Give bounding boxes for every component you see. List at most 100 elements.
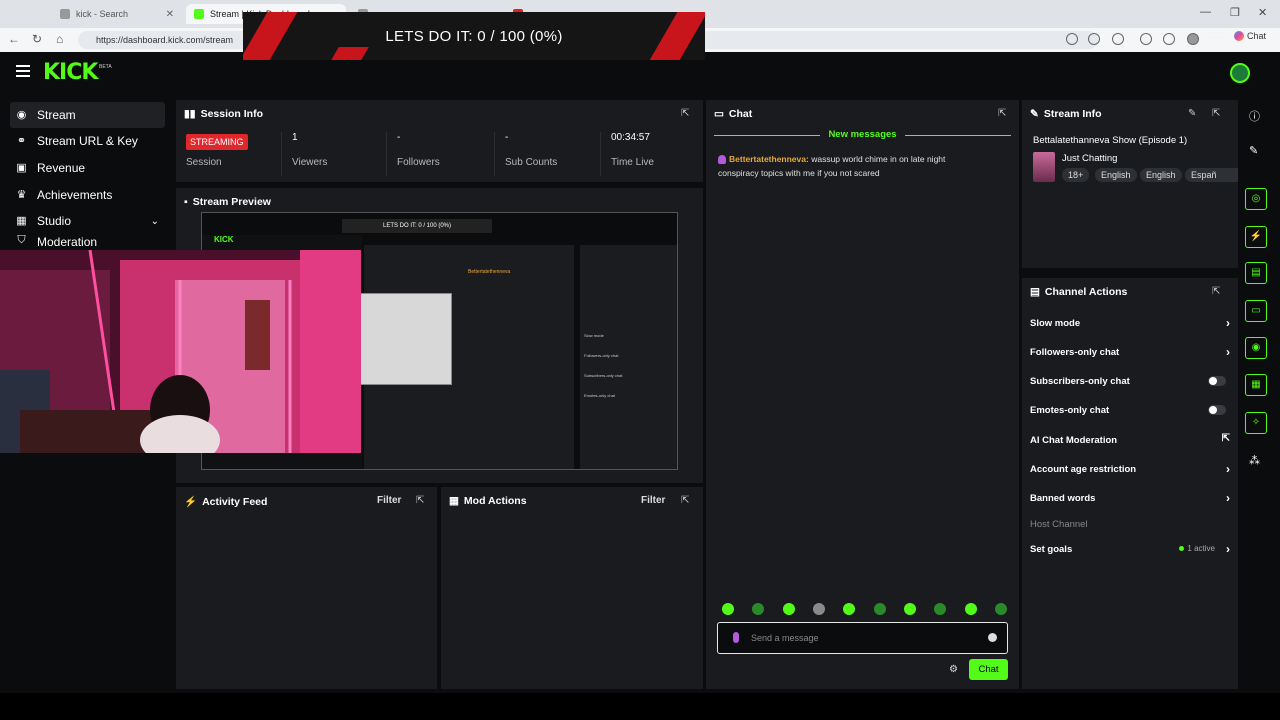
info-icon[interactable]: ⓘ — [1249, 108, 1260, 124]
emote-icon[interactable] — [722, 603, 734, 615]
stream-tag: English — [1140, 168, 1182, 182]
apps-icon[interactable]: ⁂ — [1249, 454, 1260, 467]
back-icon[interactable]: ← — [8, 32, 20, 46]
panel-header: ⚡ Activity Feed — [184, 495, 267, 509]
beta-badge: BETA — [99, 64, 112, 70]
action-set-goals[interactable]: Set goals 1 active › — [1030, 542, 1230, 556]
menu-dots-icon[interactable]: ⋯ — [1211, 33, 1223, 45]
panel-title: Session Info — [200, 108, 263, 120]
maximize-icon[interactable]: ❐ — [1230, 6, 1240, 19]
sidebar-item-moderation[interactable]: ⛉ Moderation — [10, 235, 165, 249]
user-avatar[interactable] — [1230, 63, 1250, 83]
sidebar-item-stream-url-key[interactable]: ⚭ Stream URL & Key — [10, 128, 165, 154]
copilot-chat-button[interactable]: Chat — [1234, 31, 1266, 41]
bookmark-icon[interactable] — [1088, 33, 1100, 45]
emote-bar — [722, 603, 1007, 615]
decor-slash — [645, 12, 705, 60]
sidebar-item-revenue[interactable]: ▣ Revenue — [10, 155, 165, 181]
sidebar-item-studio[interactable]: ▦ Studio ⌄ — [10, 208, 165, 234]
translate-icon[interactable] — [1066, 33, 1078, 45]
kick-logo[interactable]: KICK — [43, 60, 98, 85]
subscribers-only-toggle[interactable] — [1208, 376, 1226, 386]
emote-icon[interactable] — [873, 603, 886, 615]
minimize-icon[interactable]: — — [1200, 6, 1211, 18]
popout-icon[interactable]: ⇱ — [681, 495, 689, 506]
puzzle-icon[interactable] — [1140, 33, 1152, 45]
channel-actions-panel: ▤ Channel Actions ⇱ Slow mode › Follower… — [1022, 278, 1238, 689]
close-window-icon[interactable]: ✕ — [1258, 6, 1267, 19]
edit-icon[interactable]: ✎ — [1188, 108, 1196, 119]
filter-button[interactable]: Filter — [377, 495, 401, 506]
emote-icon[interactable] — [994, 603, 1007, 615]
action-slow-mode[interactable]: Slow mode › — [1030, 316, 1230, 330]
filter-button[interactable]: Filter — [641, 495, 665, 506]
broadcast-rail-icon[interactable]: ◉ — [1245, 337, 1267, 359]
chat-panel: ▭ Chat ⇱ New messages Bettertatethenneva… — [706, 100, 1019, 689]
chat-settings-gear-icon[interactable]: ⚙ — [949, 664, 958, 675]
popout-icon[interactable]: ⇱ — [681, 108, 689, 119]
action-account-age[interactable]: Account age restriction › — [1030, 462, 1230, 476]
new-messages-label[interactable]: New messages — [706, 129, 1019, 140]
pencil-header-icon: ✎ — [1030, 108, 1039, 120]
panel-header: ▪ Stream Preview — [184, 196, 271, 208]
browser-tab[interactable]: kick - Search ✕ — [52, 4, 182, 24]
extension-icon[interactable] — [1112, 33, 1124, 45]
emotes-only-toggle[interactable] — [1208, 405, 1226, 415]
popout-icon[interactable]: ⇱ — [1212, 108, 1220, 119]
hamburger-menu-icon[interactable] — [16, 65, 30, 77]
chat-input-box[interactable] — [717, 622, 1008, 654]
send-chat-button[interactable]: Chat — [969, 659, 1008, 680]
emoji-picker-icon[interactable] — [988, 633, 997, 642]
sidebar-item-stream[interactable]: ◉ Stream — [10, 102, 165, 128]
lightning-icon[interactable]: ⚡ — [1245, 226, 1267, 248]
reload-icon[interactable]: ↻ — [32, 32, 42, 46]
chevron-right-icon: › — [1226, 542, 1230, 556]
wrench-icon[interactable]: ✧ — [1245, 412, 1267, 434]
popout-icon[interactable]: ⇱ — [1212, 286, 1220, 297]
emote-icon[interactable] — [812, 603, 825, 615]
pencil-icon[interactable]: ✎ — [1249, 144, 1258, 157]
chat-input[interactable] — [751, 631, 971, 645]
chat-bubble-icon: ▭ — [714, 108, 724, 120]
emote-icon[interactable] — [752, 603, 765, 615]
emote-icon[interactable] — [903, 603, 916, 615]
favorites-icon[interactable] — [1163, 33, 1175, 45]
emote-icon[interactable] — [964, 603, 977, 615]
sidebar-item-label: Stream — [37, 108, 76, 122]
emote-icon[interactable] — [934, 603, 947, 615]
action-followers-only[interactable]: Followers-only chat › — [1030, 345, 1230, 359]
studio-icon: ▦ — [16, 214, 27, 227]
viewers-stat: 1 Viewers — [281, 132, 387, 176]
time-stat: 00:34:57 Time Live — [600, 132, 700, 176]
stat-label: Viewers — [292, 157, 328, 168]
emote-icon[interactable] — [782, 603, 795, 615]
microphone-icon — [733, 632, 739, 643]
chevron-down-icon: ⌄ — [150, 215, 159, 227]
chat-message[interactable]: Bettertatethenneva: wassup world chime i… — [718, 152, 988, 180]
followers-stat: - Followers — [386, 132, 494, 176]
preview-chat-line: Bettertatethenneva — [468, 269, 511, 275]
panel-header: ▤ Channel Actions — [1030, 286, 1127, 298]
action-label: Slow mode — [1030, 318, 1081, 329]
close-tab-icon[interactable]: ✕ — [166, 9, 174, 20]
preview-logo: KICK — [214, 235, 234, 244]
layout-icon[interactable]: ▦ — [1245, 374, 1267, 396]
panel-header: ▭ Chat — [714, 108, 752, 120]
chat-username[interactable]: Bettertatethenneva — [729, 154, 806, 164]
action-label: Host Channel — [1030, 519, 1088, 530]
action-banned-words[interactable]: Banned words › — [1030, 491, 1230, 505]
panel-title: Mod Actions — [463, 495, 527, 507]
document-icon[interactable]: ▤ — [1245, 262, 1267, 284]
profile-icon[interactable] — [1187, 33, 1199, 45]
sidebar-item-label: Revenue — [37, 161, 86, 175]
chat-icon[interactable]: ▭ — [1245, 300, 1267, 322]
home-icon[interactable]: ⌂ — [56, 32, 63, 46]
sidebar-item-achievements[interactable]: ♛ Achievements — [10, 182, 165, 208]
popout-icon[interactable]: ⇱ — [416, 495, 424, 506]
popout-icon[interactable]: ⇱ — [998, 108, 1006, 119]
emote-icon[interactable] — [843, 603, 856, 615]
action-ai-moderation[interactable]: AI Chat Moderation ⇱ — [1030, 433, 1230, 446]
preview-action-row: Followers-only chat — [584, 353, 619, 358]
capture-icon[interactable]: ◎ — [1245, 188, 1267, 210]
action-host-channel[interactable]: Host Channel — [1030, 519, 1230, 530]
